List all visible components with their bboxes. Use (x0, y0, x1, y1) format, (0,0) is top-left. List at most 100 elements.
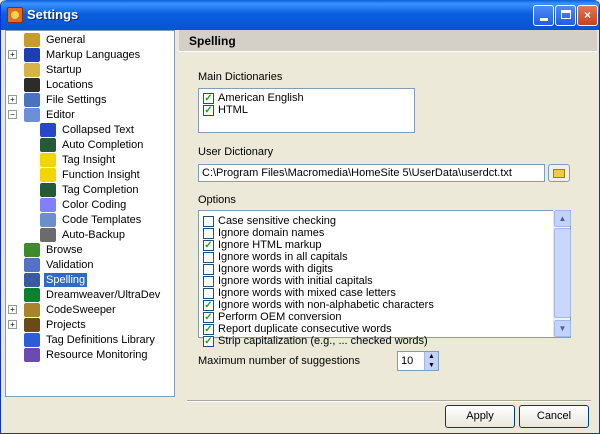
open-folder-icon (553, 169, 565, 178)
option-item[interactable]: Perform OEM conversion (203, 311, 341, 323)
editor-icon (24, 107, 40, 122)
backup-icon (40, 227, 56, 242)
tree-item-file-settings[interactable]: + File Settings (8, 92, 109, 107)
spin-up-button[interactable]: ▲ (424, 352, 438, 361)
maximize-button[interactable] (555, 5, 576, 26)
globe-icon (24, 242, 40, 257)
option-label: Report duplicate consecutive words (218, 323, 392, 335)
tree-item-tag-completion[interactable]: Tag Completion (40, 182, 140, 197)
tree-item-codesweeper[interactable]: + CodeSweeper (8, 302, 118, 317)
tree-item-label: Dreamweaver/UltraDev (46, 288, 161, 301)
tree-item-startup[interactable]: Startup (24, 62, 83, 77)
expand-icon[interactable]: + (8, 305, 17, 314)
option-item[interactable]: Ignore domain names (203, 227, 324, 239)
tree-item-color-coding[interactable]: Color Coding (40, 197, 128, 212)
lightbulb-icon (40, 167, 56, 182)
tree-item-label: Browse (46, 243, 83, 256)
tree-item-label: General (46, 33, 86, 46)
option-checkbox[interactable] (203, 251, 214, 263)
tree-item-tag-definitions-library[interactable]: Tag Definitions Library (24, 332, 157, 347)
validation-icon (24, 257, 40, 272)
dictionary-checkbox[interactable] (203, 92, 214, 104)
option-checkbox[interactable] (203, 263, 214, 275)
option-checkbox[interactable] (203, 215, 214, 227)
tree-item-validation[interactable]: Validation (24, 257, 96, 272)
dictionary-item[interactable]: American English (203, 92, 304, 104)
option-label: Ignore words with initial capitals (218, 275, 373, 287)
close-icon: × (583, 8, 591, 22)
apply-button[interactable]: Apply (445, 405, 515, 428)
tree-item-label: Color Coding (62, 198, 127, 211)
main-dictionaries-list[interactable]: American English HTML (198, 88, 415, 133)
tree-item-label: Validation (46, 258, 94, 271)
collapse-icon[interactable]: − (8, 110, 17, 119)
option-item[interactable]: Strip capitalization (e.g., ... checked … (203, 335, 428, 347)
max-suggestions-value[interactable]: 10 (401, 355, 413, 367)
tree-item-tag-insight[interactable]: Tag Insight (40, 152, 117, 167)
lightbulb-icon (40, 152, 56, 167)
scroll-thumb[interactable] (554, 228, 571, 318)
monitor-icon (24, 347, 40, 362)
scroll-up-button[interactable]: ▲ (554, 210, 571, 227)
option-item[interactable]: Ignore HTML markup (203, 239, 322, 251)
scroll-down-button[interactable]: ▼ (554, 320, 571, 337)
option-item[interactable]: Ignore words with initial capitals (203, 275, 373, 287)
tree-item-spelling[interactable]: Spelling (24, 272, 88, 287)
spin-down-button[interactable]: ▼ (424, 361, 438, 370)
option-item[interactable]: Ignore words with digits (203, 263, 333, 275)
collapsed-text-icon (40, 122, 56, 137)
tree-item-projects[interactable]: + Projects (8, 317, 88, 332)
tree-item-label: Tag Completion (62, 183, 139, 196)
color-coding-icon (40, 197, 56, 212)
tree-item-auto-completion[interactable]: Auto Completion (40, 137, 145, 152)
option-checkbox[interactable] (203, 227, 214, 239)
expand-icon[interactable]: + (8, 320, 17, 329)
option-item[interactable]: Report duplicate consecutive words (203, 323, 392, 335)
tree-item-resource-monitoring[interactable]: Resource Monitoring (24, 347, 150, 362)
tree-item-label: Function Insight (62, 168, 140, 181)
option-checkbox[interactable] (203, 311, 214, 323)
minimize-button[interactable] (533, 5, 554, 26)
tree-item-auto-backup[interactable]: Auto-Backup (40, 227, 127, 242)
expand-icon[interactable]: + (8, 95, 17, 104)
tag-library-icon (24, 332, 40, 347)
user-dictionary-input[interactable]: C:\Program Files\Macromedia\HomeSite 5\U… (198, 164, 545, 182)
broom-icon (24, 302, 40, 317)
option-item[interactable]: Ignore words in all capitals (203, 251, 348, 263)
tree-item-code-templates[interactable]: Code Templates (40, 212, 143, 227)
cancel-button[interactable]: Cancel (519, 405, 589, 428)
tree-item-browse[interactable]: Browse (24, 242, 85, 257)
tree-item-dreamweaver-ultradev[interactable]: Dreamweaver/UltraDev (24, 287, 162, 302)
dictionary-item[interactable]: HTML (203, 104, 248, 116)
tree-item-collapsed-text[interactable]: Collapsed Text (40, 122, 136, 137)
expand-icon[interactable]: + (8, 50, 17, 59)
option-item[interactable]: Case sensitive checking (203, 215, 336, 227)
dictionary-checkbox[interactable] (203, 104, 214, 116)
dictionary-label: HTML (218, 104, 248, 116)
settings-window: Settings × General + Markup Languages Start… (0, 0, 600, 434)
option-checkbox[interactable] (203, 299, 214, 311)
option-item[interactable]: Ignore words with non-alphabetic charact… (203, 299, 434, 311)
option-item[interactable]: Ignore words with mixed case letters (203, 287, 396, 299)
option-checkbox[interactable] (203, 239, 214, 251)
options-scrollbar[interactable]: ▲ ▼ (553, 210, 571, 337)
max-suggestions-spinner[interactable]: 10 ▲ ▼ (397, 351, 439, 371)
option-checkbox[interactable] (203, 287, 214, 299)
options-list[interactable]: Case sensitive checking Ignore domain nam… (198, 210, 571, 347)
tree-item-general[interactable]: General (24, 32, 87, 47)
browse-folder-button[interactable] (548, 164, 570, 182)
window-title: Settings (27, 7, 79, 22)
option-checkbox[interactable] (203, 323, 214, 335)
option-checkbox[interactable] (203, 275, 214, 287)
settings-tree[interactable]: General + Markup Languages Startup Locations… (5, 30, 175, 397)
close-button[interactable]: × (577, 5, 598, 26)
tree-item-function-insight[interactable]: Function Insight (40, 167, 142, 182)
tree-item-locations[interactable]: Locations (24, 77, 95, 92)
tree-item-editor[interactable]: − Editor (8, 107, 77, 122)
option-label: Ignore HTML markup (218, 239, 322, 251)
option-label: Case sensitive checking (218, 215, 337, 227)
tree-item-markup-languages[interactable]: + Markup Languages (8, 47, 142, 62)
option-checkbox[interactable] (203, 335, 214, 347)
folder-icon (24, 62, 40, 77)
title-bar[interactable]: Settings × (1, 0, 599, 30)
